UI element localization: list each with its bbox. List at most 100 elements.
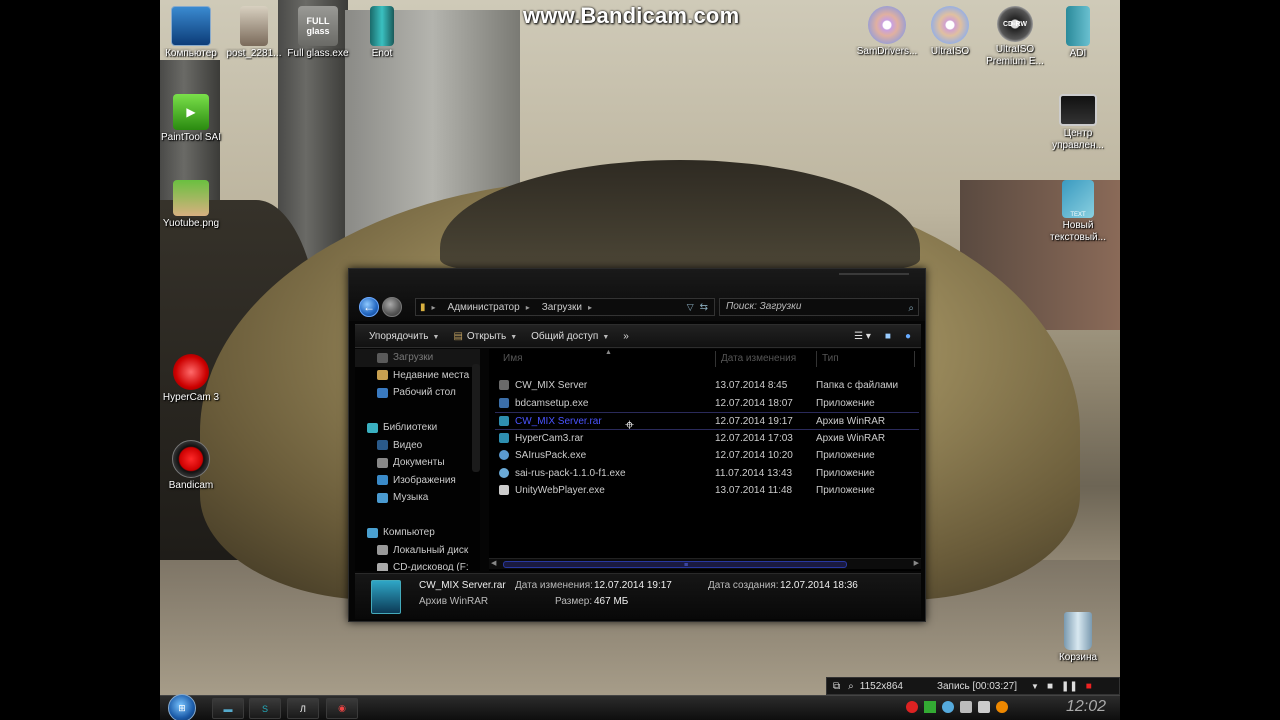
- desktop-icon-painttool-sai[interactable]: ▶ PaintTool SAI: [156, 94, 226, 144]
- app-tray-icon[interactable]: [924, 701, 936, 713]
- horizontal-scrollbar[interactable]: ◀ ≡ ▶: [489, 558, 921, 569]
- stop-record-icon[interactable]: ■: [1086, 681, 1092, 692]
- file-name: CW_MIX Server: [515, 380, 588, 391]
- file-type: Приложение: [816, 485, 875, 496]
- open-button[interactable]: ▤ Открыть ▼: [453, 331, 517, 342]
- refresh-icon[interactable]: ⇆: [700, 302, 708, 313]
- desktop-icon-bandicam[interactable]: Bandicam: [156, 440, 226, 492]
- zoom-icon[interactable]: ⌕: [848, 681, 854, 692]
- desktop-icon-new-text[interactable]: TEXT Новый текстовый...: [1043, 180, 1113, 244]
- desktop-icon-post[interactable]: post_2281...: [219, 6, 289, 60]
- desktop-icon-recycle-bin[interactable]: Корзина: [1043, 612, 1113, 664]
- nav-item-documents[interactable]: Документы: [355, 454, 480, 472]
- desktop-icon-yuotube[interactable]: Yuotube.png: [156, 180, 226, 230]
- desktop-icon-samdrivers[interactable]: SamDrivers...: [852, 6, 922, 58]
- nav-pane-scrollbar[interactable]: [472, 364, 480, 472]
- column-header-type[interactable]: Тип: [822, 353, 839, 369]
- column-divider[interactable]: [816, 351, 817, 367]
- pause-icon[interactable]: ❚❚: [1061, 681, 1078, 692]
- clock-tray-icon[interactable]: [996, 701, 1008, 713]
- rar-archive-icon: [371, 580, 401, 614]
- desktop-icon-label: Full glass.exe: [287, 48, 349, 59]
- network-icon[interactable]: [942, 701, 954, 713]
- desktop-icon-ultraiso-premium[interactable]: CD-RW UltraISO Premium E...: [980, 6, 1050, 68]
- window-controls[interactable]: [839, 273, 909, 281]
- share-button[interactable]: Общий доступ ▼: [531, 331, 609, 342]
- desktop-icon-hypercam[interactable]: HyperCam 3: [156, 354, 226, 404]
- app-icon: [1066, 6, 1090, 46]
- file-name: UnityWebPlayer.exe: [515, 485, 605, 496]
- camera-icon[interactable]: ■: [1047, 681, 1053, 692]
- nav-item-video[interactable]: Видео: [355, 437, 480, 455]
- help-icon[interactable]: ●: [905, 331, 911, 342]
- nav-item-computer[interactable]: Компьютер: [355, 524, 480, 542]
- rar-icon: [499, 416, 509, 426]
- file-type: Папка с файлами: [816, 380, 899, 391]
- search-input[interactable]: Поиск: Загрузки ⌕: [719, 298, 919, 316]
- file-name: sai-rus-pack-1.1.0-f1.exe: [515, 467, 626, 479]
- skype-icon: S: [261, 703, 268, 714]
- recent-places-icon: [377, 370, 388, 381]
- search-icon[interactable]: ⌕: [908, 301, 914, 317]
- column-header-date[interactable]: Дата изменения: [721, 353, 796, 369]
- volume-icon[interactable]: [960, 701, 972, 713]
- scroll-right-icon[interactable]: ▶: [914, 559, 919, 567]
- mouse-cursor-icon: ⌖: [625, 417, 635, 434]
- address-bar[interactable]: ▮ ▸ Администратор ▸ Загрузки ▸ ▽ ⇆: [415, 298, 715, 316]
- exe-icon: [499, 450, 509, 460]
- image-icon: [173, 180, 209, 216]
- nav-item-music[interactable]: Музыка: [355, 489, 480, 507]
- file-row[interactable]: UnityWebPlayer.exe 13.07.2014 11:48 Прил…: [495, 482, 919, 500]
- column-divider[interactable]: [715, 351, 716, 367]
- taskbar-button-explorer[interactable]: ▬: [212, 698, 244, 719]
- file-row[interactable]: HyperCam3.rar 12.07.2014 17:03 Архив Win…: [495, 430, 919, 448]
- breadcrumb-item[interactable]: Администратор: [448, 302, 520, 313]
- folder-icon: ▮: [420, 301, 426, 313]
- file-row[interactable]: bdcamsetup.exe 12.07.2014 18:07 Приложен…: [495, 395, 919, 413]
- nav-item-libraries[interactable]: Библиотеки: [355, 419, 480, 437]
- target-window-icon[interactable]: ⧉: [833, 681, 840, 692]
- chevron-down-icon[interactable]: ▽: [687, 302, 694, 313]
- nav-item-label: Музыка: [393, 492, 429, 504]
- display-icon[interactable]: [978, 701, 990, 713]
- nav-item-cd-drive[interactable]: CD-дисковод (F:: [355, 559, 480, 571]
- desktop-icon-control-center[interactable]: Центр управлен...: [1043, 94, 1113, 152]
- preview-pane-icon[interactable]: ■: [885, 331, 891, 342]
- back-button[interactable]: ←: [359, 297, 379, 317]
- file-row[interactable]: CW_MIX Server 13.07.2014 8:45 Папка с фа…: [495, 377, 919, 395]
- dropdown-icon[interactable]: ▼: [1031, 682, 1039, 691]
- view-options-icon[interactable]: ☰ ▾: [854, 331, 871, 342]
- taskbar-button-chrome[interactable]: ◉: [326, 698, 358, 719]
- desktop-icon-enot[interactable]: Enot: [347, 6, 417, 60]
- column-header-name[interactable]: Имя: [503, 353, 522, 369]
- music-icon: [377, 492, 388, 503]
- file-row[interactable]: sai-rus-pack-1.1.0-f1.exe 11.07.2014 13:…: [495, 465, 919, 483]
- taskbar-button-lightshot[interactable]: Л: [287, 698, 319, 719]
- taskbar-button-skype[interactable]: S: [249, 698, 281, 719]
- more-commands-button[interactable]: »: [623, 331, 629, 342]
- organize-button[interactable]: Упорядочить ▼: [369, 331, 439, 342]
- taskbar-clock[interactable]: 12:02: [1066, 698, 1106, 716]
- bandicam-tray-icon[interactable]: [906, 701, 918, 713]
- documents-icon: [377, 457, 388, 468]
- scroll-left-icon[interactable]: ◀: [491, 559, 496, 567]
- open-label: Открыть: [466, 330, 507, 342]
- nav-item-pictures[interactable]: Изображения: [355, 472, 480, 490]
- file-row-selected[interactable]: CW_MIX Server.rar 12.07.2014 19:17 Архив…: [495, 412, 919, 430]
- nav-item-downloads[interactable]: Загрузки: [355, 349, 480, 367]
- desktop-icon-full-glass[interactable]: FULL glass Full glass.exe: [283, 6, 353, 60]
- desktop-icon-ultraiso[interactable]: UltraISO: [915, 6, 985, 58]
- forward-button[interactable]: [382, 297, 402, 317]
- nav-item-desktop[interactable]: Рабочий стол: [355, 384, 480, 402]
- breadcrumb-item[interactable]: Загрузки: [542, 302, 582, 313]
- desktop-icon-adi[interactable]: ADI: [1043, 6, 1113, 60]
- scrollbar-thumb[interactable]: ≡: [503, 561, 847, 569]
- column-divider[interactable]: [914, 351, 915, 367]
- nav-item-local-disk[interactable]: Локальный диск: [355, 542, 480, 560]
- letterbox-right: [1120, 0, 1280, 720]
- recycle-bin-icon: [1064, 612, 1092, 650]
- file-row[interactable]: SAIrusPack.exe 12.07.2014 10:20 Приложен…: [495, 447, 919, 465]
- nav-item-recent-places[interactable]: Недавние места: [355, 367, 480, 385]
- desktop-icon-computer[interactable]: Компьютер: [156, 6, 226, 60]
- start-button[interactable]: ⊞: [168, 694, 196, 720]
